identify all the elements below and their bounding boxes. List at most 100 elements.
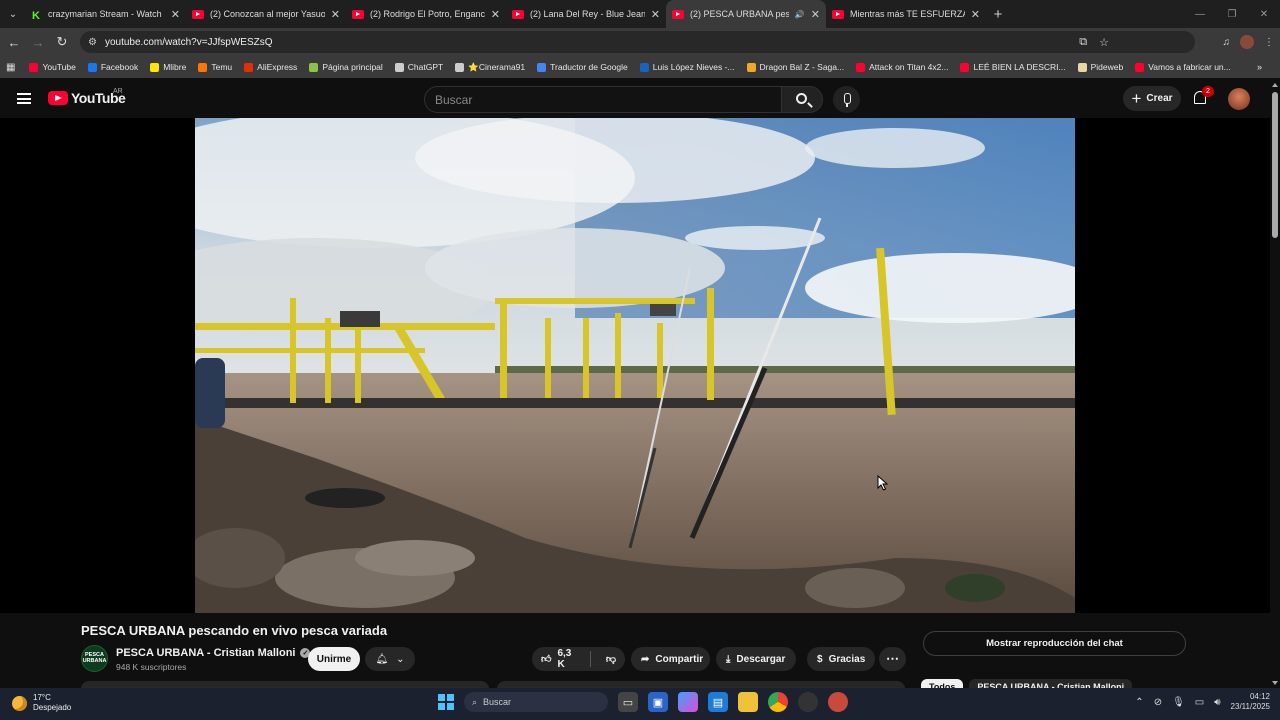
bookmark-item[interactable]: ⭐Cinerama91 — [449, 62, 531, 73]
close-tab-icon[interactable]: ✕ — [491, 8, 500, 21]
browser-tab[interactable]: (2) Conozcan al mejor Yasuo de ✕ — [186, 0, 346, 28]
forward-icon[interactable]: → — [26, 35, 50, 50]
copilot-icon[interactable] — [678, 692, 698, 712]
close-tab-icon[interactable]: ✕ — [811, 8, 820, 21]
thanks-button[interactable]: $ Gracias — [807, 647, 875, 671]
scroll-down-icon[interactable] — [1272, 681, 1278, 685]
browser-tab[interactable]: Kcrazymarian Stream - Watch Li ✕ — [26, 0, 186, 28]
task-view-icon[interactable]: ▭ — [618, 692, 638, 712]
youtube-logo[interactable]: YouTube AR — [48, 88, 126, 106]
subscription-notification-button[interactable]: 🔔︎ ⌄ — [365, 647, 415, 671]
display-icon[interactable]: ▭ — [1195, 697, 1204, 708]
network-icon[interactable]: ⊘ — [1154, 697, 1162, 708]
scroll-up-icon[interactable] — [1272, 83, 1278, 87]
close-tab-icon[interactable]: ✕ — [651, 8, 660, 21]
dislike-button[interactable]: 👎︎ — [597, 647, 625, 671]
site-info-icon[interactable]: ⚙ — [88, 37, 97, 48]
channel-avatar[interactable]: PESCA URBANA — [81, 645, 108, 672]
create-label: Crear — [1146, 93, 1173, 104]
close-tab-icon[interactable]: ✕ — [171, 8, 180, 21]
video-player[interactable]: PESCA URBANA — [0, 118, 1270, 716]
bookmark-label: Temu — [211, 62, 233, 72]
like-button[interactable]: 👍︎ 6,3 K — [532, 647, 584, 671]
browser-tab[interactable]: (2) Lana Del Rey - Blue Jeans - ✕ — [506, 0, 666, 28]
moon-weather-icon — [12, 695, 27, 711]
volume-icon[interactable]: 🔊︎ — [1214, 697, 1220, 708]
channel-name-link[interactable]: PESCA URBANA - Cristian Malloni ✓ — [116, 647, 311, 659]
download-icon: ⤓ — [726, 653, 731, 665]
url-field[interactable]: ⚙ youtube.com/watch?v=JJfspWESZsQ ⧉ ☆ — [80, 31, 1195, 53]
maximize-icon[interactable]: ❐ — [1216, 0, 1248, 28]
browser-tab[interactable]: Mientras más TE ESFUERZAS, m ✕ — [826, 0, 986, 28]
clock[interactable]: 04:12 23/11/2025 — [1231, 692, 1270, 713]
bookmark-favicon-icon — [455, 62, 465, 72]
more-actions-button[interactable]: ⋯ — [879, 647, 906, 671]
bookmark-item[interactable]: Attack on Titan 4x2... — [850, 62, 954, 72]
close-window-icon[interactable]: ✕ — [1248, 0, 1280, 28]
chrome-icon[interactable] — [768, 692, 788, 712]
bookmark-item[interactable]: Dragon Bal Z - Saga... — [741, 62, 851, 72]
create-button[interactable]: + Crear — [1123, 86, 1181, 111]
microphone-icon[interactable]: 🎙︎ — [1172, 697, 1185, 708]
search-button[interactable] — [781, 86, 823, 113]
profile-avatar[interactable] — [1240, 35, 1254, 49]
account-avatar[interactable] — [1228, 88, 1250, 110]
media-control-icon[interactable]: ♫ — [1223, 37, 1231, 48]
bookmark-item[interactable]: LEÉ BIEN LA DESCRI... — [954, 62, 1071, 72]
bookmark-item[interactable]: ChatGPT — [389, 62, 449, 72]
page-scrollbar[interactable] — [1270, 80, 1280, 688]
show-chat-replay-button[interactable]: Mostrar reproducción del chat — [923, 631, 1186, 656]
windows-start-icon[interactable] — [438, 694, 454, 710]
bookmark-item[interactable]: AliExpress — [238, 62, 303, 72]
tab-search-menu-icon[interactable]: ⌄ — [0, 0, 26, 28]
close-tab-icon[interactable]: ✕ — [331, 8, 340, 21]
widgets-icon[interactable]: ▤ — [708, 692, 728, 712]
share-button[interactable]: ➦ Compartir — [631, 647, 710, 671]
store-icon[interactable]: ▣ — [648, 692, 668, 712]
search-input[interactable]: Buscar — [424, 86, 782, 113]
browser-tab-active[interactable]: (2) PESCA URBANA pescand 🔊 ✕ — [666, 0, 826, 28]
hamburger-menu-icon[interactable] — [17, 93, 31, 104]
video-frame[interactable] — [195, 118, 1075, 613]
join-button[interactable]: Unirme — [308, 647, 360, 671]
speaker-icon[interactable]: 🔊 — [795, 10, 805, 19]
bookmark-item[interactable]: Facebook — [82, 62, 144, 72]
thanks-label: Gracias — [828, 653, 866, 665]
app-icon[interactable] — [798, 692, 818, 712]
youtube-icon — [352, 9, 364, 19]
voice-search-icon[interactable] — [833, 86, 860, 113]
app-icon-2[interactable] — [828, 692, 848, 712]
bookmark-item[interactable]: Página principal — [303, 62, 388, 72]
thumbs-up-icon: 👍︎ — [541, 654, 552, 665]
chevron-down-icon: ⌄ — [396, 653, 405, 665]
new-tab-button[interactable]: + — [986, 6, 1010, 23]
bookmark-item[interactable]: Temu — [192, 62, 238, 72]
bookmark-label: Attack on Titan 4x2... — [869, 62, 949, 72]
file-explorer-icon[interactable] — [738, 692, 758, 712]
taskbar-search[interactable]: ⌕ Buscar — [464, 692, 608, 712]
notifications-bell-icon[interactable]: 2 — [1193, 86, 1214, 104]
bookmark-item[interactable]: Luis López Nieves -... — [634, 62, 741, 72]
browser-tab[interactable]: (2) Rodrigo El Potro, Enganchad ✕ — [346, 0, 506, 28]
back-icon[interactable]: ← — [2, 35, 26, 50]
bookmark-item[interactable]: Mlibre — [144, 62, 192, 72]
scrollbar-thumb[interactable] — [1272, 92, 1278, 238]
bookmark-star-icon[interactable]: ☆ — [1099, 36, 1109, 49]
bookmark-item[interactable]: Pideweb — [1072, 62, 1130, 72]
tray-overflow-icon[interactable]: ⌃ — [1135, 697, 1143, 708]
tab-title: crazymarian Stream - Watch Li — [48, 9, 165, 19]
browser-menu-icon[interactable]: ⋮ — [1264, 37, 1274, 48]
bookmark-item[interactable]: Vamos a fabricar un... — [1129, 62, 1237, 72]
like-dislike-group: 👍︎ 6,3 K 👎︎ — [532, 647, 625, 671]
install-app-icon[interactable]: ⧉ — [1079, 36, 1087, 49]
divider — [590, 651, 591, 667]
minimize-icon[interactable]: — — [1184, 0, 1216, 28]
close-tab-icon[interactable]: ✕ — [971, 8, 980, 21]
bookmark-item[interactable]: Traductor de Google — [531, 62, 634, 72]
reload-icon[interactable]: ↻ — [50, 34, 74, 50]
bookmark-item[interactable]: YouTube — [23, 62, 81, 72]
weather-widget[interactable]: 17°C Despejado — [12, 693, 71, 713]
apps-grid-icon[interactable]: ▦ — [6, 62, 23, 73]
download-button[interactable]: ⤓ Descargar — [716, 647, 796, 671]
more-bookmarks-icon[interactable]: » — [1257, 62, 1262, 72]
